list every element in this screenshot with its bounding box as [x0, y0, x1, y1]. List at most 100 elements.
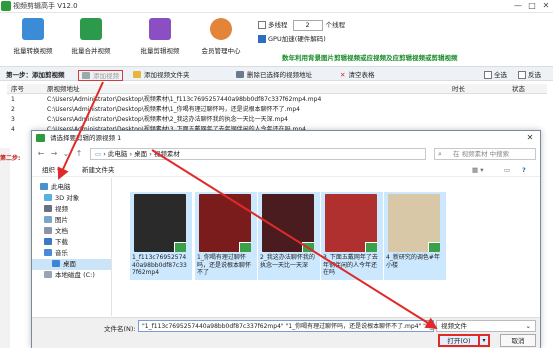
video-file-icon — [302, 242, 314, 252]
promo-text: 数年利用背景图片剪辑视频或应视频及应剪辑视频或剪辑视频 — [282, 54, 458, 62]
side-panel: 第二步: — [0, 148, 20, 348]
multithread-option: 多线程 2 个线程 — [258, 19, 345, 31]
batch-convert-button[interactable]: 批量转换视频 — [4, 15, 62, 63]
invert-checkbox[interactable] — [518, 71, 526, 79]
dialog-close-icon[interactable]: ✕ — [524, 133, 536, 143]
cancel-button[interactable]: 取消 — [500, 334, 536, 347]
file-name: 2_我这办法聊怀我的执念一天比一天深 — [260, 254, 315, 269]
search-icon: ⌕ — [438, 150, 442, 158]
gpu-checkbox[interactable] — [258, 35, 266, 43]
open-button[interactable]: 打开(O) — [438, 334, 480, 347]
gpu-option: GPU加速(硬件解码) — [258, 33, 326, 43]
video-file-icon — [365, 242, 377, 252]
nav-item-3d[interactable]: 3D 对象 — [44, 193, 79, 204]
nav-item-desktop[interactable]: 桌面 — [32, 259, 111, 270]
video-file-icon — [428, 242, 440, 252]
clear-table-button[interactable]: ✕ 清空表格 — [340, 70, 374, 81]
document-folder-icon — [44, 227, 52, 234]
col-duration: 时长 — [452, 85, 465, 93]
batch-merge-button[interactable]: 批量合并视频 — [62, 15, 120, 63]
delete-selected-button[interactable]: 删除已选择的视频地址 — [236, 70, 312, 81]
address-bar[interactable]: ▭ › 此电脑 › 桌面 › 视频素材 — [90, 148, 426, 160]
maximize-button[interactable]: □ — [525, 0, 539, 13]
nav-label: 下载 — [55, 238, 68, 246]
view-options-icon[interactable]: ▦ ▾ — [472, 163, 483, 177]
multithread-checkbox[interactable] — [258, 21, 266, 29]
add-video-icon — [82, 72, 90, 79]
forward-arrow-icon[interactable]: → — [49, 149, 59, 159]
dialog-search-input[interactable]: 在 视频素材 中搜索 — [434, 148, 536, 160]
batch-edit-button[interactable]: 批量剪辑视频 — [131, 15, 189, 63]
organize-button[interactable]: 组织 ▾ — [42, 163, 60, 177]
film-convert-icon — [22, 18, 44, 40]
nav-item-pictures[interactable]: 图片 — [44, 215, 68, 226]
file-item[interactable]: 2_我这办法聊怀我的执念一天比一天深 — [258, 192, 320, 280]
nav-item-documents[interactable]: 文档 — [44, 226, 68, 237]
open-dropdown-button[interactable]: ▾ — [480, 334, 490, 347]
help-icon[interactable]: ? — [522, 163, 526, 177]
open-file-dialog: 请选择要剪辑的源视频 1 ✕ ← → ⌄ ↑ ▭ › 此电脑 › 桌面 › 视频… — [31, 130, 541, 348]
video-thumbnail — [388, 194, 440, 252]
member-center-button[interactable]: 会员管理中心 — [192, 15, 250, 63]
file-item[interactable]: 4_新研究的调色#年小楼 — [384, 192, 446, 280]
breadcrumb-video-folder[interactable]: 视频素材 — [154, 150, 180, 158]
add-video-button[interactable]: 添加视频 — [78, 70, 123, 81]
video-thumbnail — [262, 194, 314, 252]
add-video-label: 添加视频 — [93, 72, 119, 80]
nav-label: 桌面 — [63, 260, 76, 268]
video-file-icon — [239, 242, 251, 252]
delete-icon — [236, 71, 244, 78]
filename-input[interactable]: "1_f113c7695257440a98bb0df87c337f62mp4" … — [138, 320, 434, 332]
table-row[interactable]: 3 C:\Users\Administrator\Desktop\视频素材\2_我… — [7, 115, 547, 125]
file-list: 1_f113c7695257440a98bb0df87c337f62mp4 1_… — [116, 178, 536, 316]
row-path: C:\Users\Administrator\Desktop\视频素材\2_我这… — [47, 116, 288, 123]
row-index: 3 — [11, 116, 15, 123]
minimize-button[interactable]: — — [511, 0, 525, 13]
breadcrumb-desktop[interactable]: 桌面 — [134, 150, 147, 158]
filename-label: 文件名(N): — [104, 325, 136, 333]
select-all-checkbox[interactable] — [484, 71, 492, 79]
invert-label: 反选 — [528, 71, 541, 79]
table-row[interactable]: 1 C:\Users\Administrator\Desktop\视频素材\1_f… — [7, 95, 547, 105]
dialog-nav-bar: ← → ⌄ ↑ ▭ › 此电脑 › 桌面 › 视频素材 在 视频素材 中搜索 ⌕ — [32, 146, 540, 162]
dialog-logo-icon — [36, 134, 45, 142]
close-button[interactable]: ✕ — [539, 0, 553, 13]
back-arrow-icon[interactable]: ← — [36, 149, 46, 159]
thread-count-input[interactable]: 2 — [292, 19, 323, 31]
nav-item-computer[interactable]: 此电脑 — [40, 182, 71, 193]
select-all-option[interactable]: 全选 — [484, 70, 507, 81]
col-index: 序号 — [11, 85, 24, 93]
batch-merge-label: 批量合并视频 — [71, 47, 111, 55]
file-name: 1_你喝有理过聊怀吗，还是说根本聊怀不了 — [197, 254, 252, 276]
file-name: 1_f113c7695257440a98bb0df87c337f62mp4 — [132, 254, 187, 276]
file-item[interactable]: 1_f113c7695257440a98bb0df87c337f62mp4 — [130, 192, 192, 280]
disk-icon — [44, 271, 52, 278]
table-row[interactable]: 2 C:\Users\Administrator\Desktop\视频素材\1_你… — [7, 105, 547, 115]
chevron-down-icon[interactable]: ⌄ — [61, 149, 71, 159]
dialog-title: 请选择要剪辑的源视频 1 — [50, 134, 122, 142]
add-folder-button[interactable]: 添加视频文件夹 — [133, 70, 190, 81]
gpu-label: GPU加速(硬件解码) — [268, 35, 326, 43]
computer-icon: ▭ — [95, 150, 102, 158]
clear-table-label: 清空表格 — [348, 71, 375, 79]
breadcrumb-computer[interactable]: 此电脑 — [108, 150, 128, 158]
invert-option[interactable]: 反选 — [518, 70, 541, 81]
nav-label: 视频 — [55, 205, 68, 213]
file-item[interactable]: 1_你喝有理过聊怀吗，还是说根本聊怀不了 — [195, 192, 257, 280]
step-toolbar: 第一步：添加剪视频 添加视频 添加视频文件夹 删除已选择的视频地址 ✕ 清空表格 … — [0, 66, 553, 81]
preview-pane-icon[interactable]: ▭ — [504, 163, 510, 177]
nav-item-music[interactable]: 音乐 — [44, 248, 68, 259]
nav-item-downloads[interactable]: 下载 — [44, 237, 68, 248]
step1-label: 第一步：添加剪视频 — [6, 71, 65, 79]
nav-item-disk[interactable]: 本地磁盘 (C:) — [44, 270, 95, 281]
cube-icon — [44, 194, 52, 201]
film-merge-icon — [80, 18, 102, 40]
new-folder-button[interactable]: 新建文件夹 — [82, 163, 115, 177]
nav-item-videos[interactable]: 视频 — [44, 204, 68, 215]
row-index: 2 — [11, 106, 15, 113]
up-arrow-icon[interactable]: ↑ — [74, 149, 84, 159]
step2-label: 第二步: — [0, 155, 21, 162]
nav-label: 音乐 — [55, 249, 68, 257]
file-item[interactable]: 3_下面五戴网年了去年钢伴闲的人今年还在吗 — [321, 192, 383, 280]
filetype-select[interactable]: 视频文件 ⌄ — [436, 320, 536, 332]
